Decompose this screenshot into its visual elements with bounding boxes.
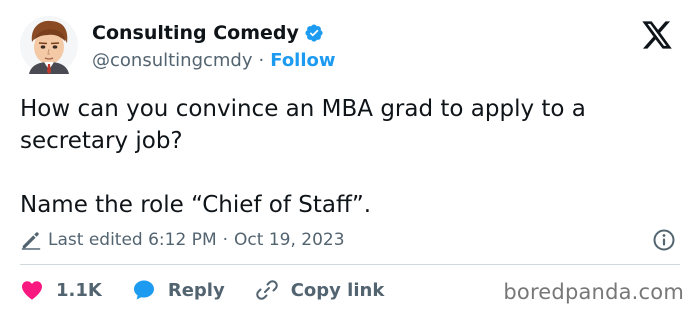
last-edited-label[interactable]: Last edited 6:12 PM: [48, 230, 217, 250]
pencil-icon: [21, 232, 41, 250]
author-handle[interactable]: @consultingcmdy: [92, 50, 253, 71]
tweet-date[interactable]: Oct 19, 2023: [234, 230, 345, 250]
x-logo-icon[interactable]: [640, 20, 674, 50]
follow-button[interactable]: Follow: [270, 50, 335, 71]
copy-link-button[interactable]: Copy link: [255, 278, 385, 302]
avatar[interactable]: [20, 16, 78, 74]
tweet-meta: Last edited 6:12 PM · Oct 19, 2023: [20, 226, 680, 254]
handle-separator: ·: [258, 49, 265, 71]
meta-separator: ·: [222, 230, 229, 250]
verified-badge-icon: [305, 24, 323, 42]
author-name[interactable]: Consulting Comedy: [92, 22, 299, 44]
reply-bubble-icon: [133, 280, 154, 300]
tweet-text: How can you convince an MBA grad to appl…: [20, 96, 586, 218]
like-button[interactable]: 1.1K: [20, 278, 102, 302]
tweet-author: Consulting Comedy @consultingcmdy · Foll…: [92, 20, 336, 72]
reply-button[interactable]: Reply: [132, 278, 225, 302]
link-icon: [255, 280, 278, 300]
like-count: 1.1K: [56, 279, 102, 301]
author-name-row: Consulting Comedy: [92, 20, 336, 46]
watermark: boredpanda.com: [503, 280, 684, 304]
tweet-actions: 1.1K Reply Copy link: [20, 275, 414, 305]
heart-icon: [22, 281, 42, 300]
divider: [20, 264, 680, 265]
reply-label: Reply: [167, 279, 225, 301]
author-handle-row: @consultingcmdy · Follow: [92, 48, 336, 72]
info-icon[interactable]: [652, 228, 676, 252]
copy-link-label: Copy link: [290, 279, 385, 301]
